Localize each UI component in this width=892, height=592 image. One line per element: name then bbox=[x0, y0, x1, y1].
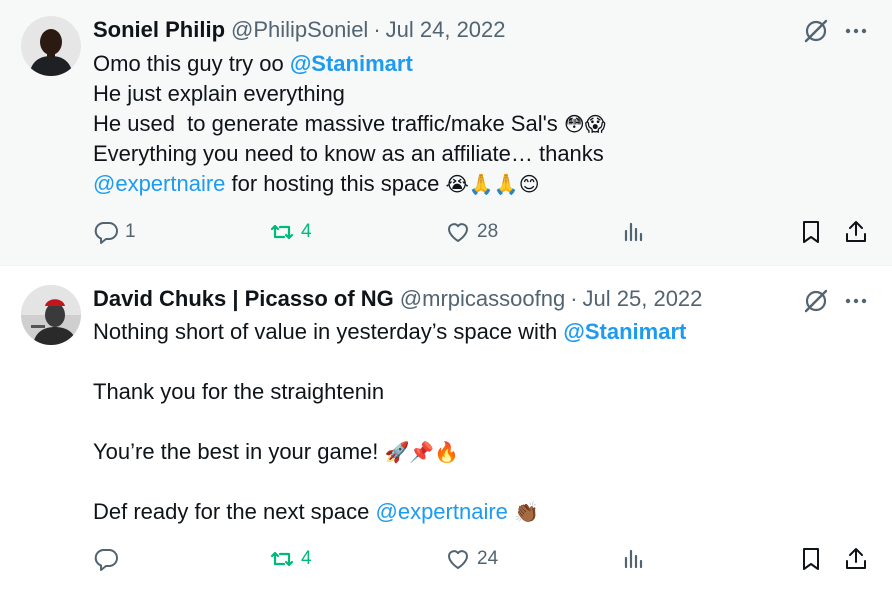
text-line bbox=[93, 347, 686, 377]
tweet-text: Nothing short of value in yesterday’s sp… bbox=[93, 317, 686, 527]
reply-button[interactable]: 1 bbox=[93, 217, 136, 247]
avatar[interactable] bbox=[21, 285, 81, 345]
bookmark-icon bbox=[803, 548, 819, 570]
share-button[interactable] bbox=[843, 544, 869, 574]
like-icon bbox=[448, 223, 468, 242]
display-name[interactable]: David Chuks | Picasso of NG bbox=[93, 286, 394, 312]
tweet-date[interactable]: Jul 24, 2022 bbox=[386, 17, 506, 43]
like-icon bbox=[448, 550, 468, 569]
action-bar: 4 24 bbox=[0, 544, 892, 574]
avatar[interactable] bbox=[21, 16, 81, 76]
tweet[interactable]: David Chuks | Picasso of NG @mrpicassoof… bbox=[0, 267, 892, 592]
more-icon[interactable] bbox=[842, 17, 870, 45]
reply-icon bbox=[94, 222, 118, 244]
text-segment: for hosting this space bbox=[225, 171, 446, 196]
text-segment: Def ready for the next space bbox=[93, 499, 376, 524]
text-segment: Omo this guy try oo bbox=[93, 51, 290, 76]
text-segment: Everything you need to know as an affili… bbox=[93, 141, 604, 166]
text-line: You’re the best in your game! 🚀📌🔥 bbox=[93, 437, 686, 467]
grok-icon[interactable] bbox=[802, 287, 830, 315]
text-line: He just explain everything bbox=[93, 79, 606, 109]
tweet-header: David Chuks | Picasso of NG @mrpicassoof… bbox=[93, 285, 702, 313]
mention-link[interactable]: @Stanimart bbox=[563, 319, 686, 344]
retweet-count: 4 bbox=[301, 548, 312, 569]
views-button[interactable] bbox=[621, 217, 647, 247]
action-bar: 1 4 28 bbox=[0, 217, 892, 247]
text-segment: Thank you for the straightenin bbox=[93, 379, 385, 404]
text-segment: You’re the best in your game! bbox=[93, 439, 385, 464]
emoji: 🚀📌🔥 bbox=[384, 440, 460, 464]
retweet-count: 4 bbox=[301, 221, 312, 242]
user-handle[interactable]: @mrpicassoofng bbox=[400, 286, 565, 312]
text-segment: Nothing short of value in yesterday’s sp… bbox=[93, 319, 564, 344]
like-count: 24 bbox=[477, 548, 499, 569]
text-line: Thank you for the straightenin bbox=[93, 377, 686, 407]
text-line: @expertnaire for hosting this space 😭🙏🙏😊 bbox=[93, 169, 606, 199]
views-icon bbox=[624, 222, 643, 242]
like-button[interactable]: 24 bbox=[445, 544, 498, 574]
share-icon bbox=[846, 221, 866, 242]
mention-link[interactable]: @Stanimart bbox=[290, 51, 413, 76]
reply-count: 1 bbox=[125, 221, 136, 242]
reply-icon bbox=[94, 549, 118, 571]
text-line bbox=[93, 407, 686, 437]
text-line: Omo this guy try oo @Stanimart bbox=[93, 49, 606, 79]
reply-button[interactable] bbox=[93, 544, 125, 574]
views-button[interactable] bbox=[621, 544, 647, 574]
like-count: 28 bbox=[477, 221, 499, 242]
retweet-icon bbox=[270, 551, 294, 567]
mention-link[interactable]: @expertnaire bbox=[93, 171, 225, 196]
more-icon[interactable] bbox=[842, 287, 870, 315]
tweet-date[interactable]: Jul 25, 2022 bbox=[583, 286, 703, 312]
text-line: Nothing short of value in yesterday’s sp… bbox=[93, 317, 686, 347]
emoji: 😭🙏🙏😊 bbox=[445, 172, 540, 196]
text-line: He used to generate massive traffic/make… bbox=[93, 109, 606, 139]
retweet-icon bbox=[270, 224, 294, 240]
tweet-header: Soniel Philip @PhilipSoniel · Jul 24, 20… bbox=[93, 16, 506, 44]
retweet-button[interactable]: 4 bbox=[269, 217, 312, 247]
bookmark-button[interactable] bbox=[798, 544, 824, 574]
share-button[interactable] bbox=[843, 217, 869, 247]
text-segment: He just explain everything bbox=[93, 81, 345, 106]
bookmark-icon bbox=[803, 221, 819, 243]
text-line: Def ready for the next space @expertnair… bbox=[93, 497, 686, 527]
separator: · bbox=[570, 286, 578, 311]
separator: · bbox=[373, 17, 381, 42]
like-button[interactable]: 28 bbox=[445, 217, 498, 247]
share-icon bbox=[846, 548, 866, 569]
user-handle[interactable]: @PhilipSoniel bbox=[231, 17, 368, 43]
text-line: Everything you need to know as an affili… bbox=[93, 139, 606, 169]
text-line bbox=[93, 467, 686, 497]
grok-icon[interactable] bbox=[802, 17, 830, 45]
mention-link[interactable]: @expertnaire bbox=[376, 499, 508, 524]
emoji: 👏🏾 bbox=[514, 500, 539, 524]
display-name[interactable]: Soniel Philip bbox=[93, 17, 225, 43]
tweet-text: Omo this guy try oo @Stanimart He just ex… bbox=[93, 49, 606, 199]
retweet-button[interactable]: 4 bbox=[269, 544, 312, 574]
emoji: 😳😱 bbox=[563, 112, 606, 136]
bookmark-button[interactable] bbox=[798, 217, 824, 247]
text-segment: He used to generate massive traffic/make… bbox=[93, 111, 564, 136]
tweet[interactable]: Soniel Philip @PhilipSoniel · Jul 24, 20… bbox=[0, 0, 892, 266]
views-icon bbox=[624, 549, 643, 569]
